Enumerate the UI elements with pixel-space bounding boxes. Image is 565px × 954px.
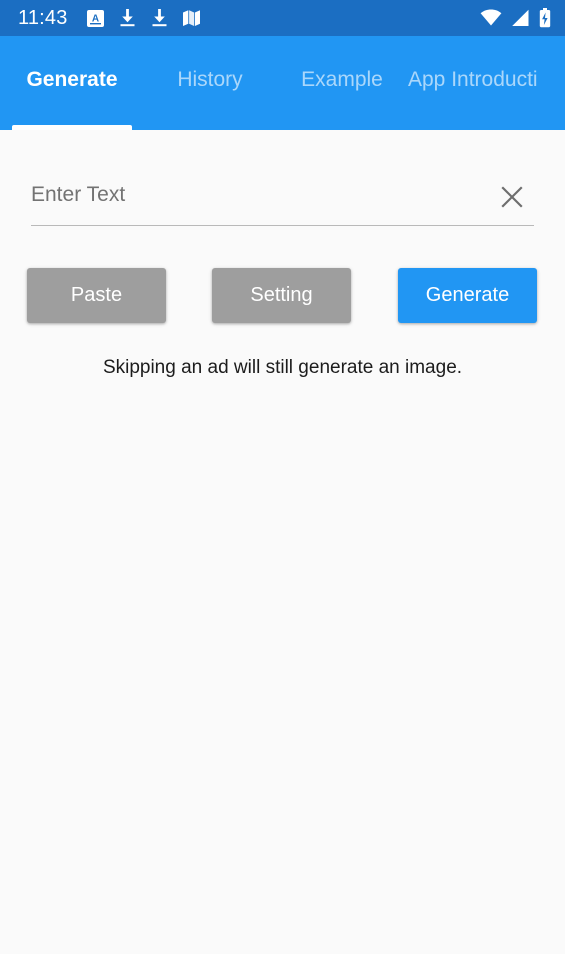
generate-button[interactable]: Generate — [398, 268, 537, 323]
cellular-signal-icon — [511, 9, 530, 27]
tab-bar: Generate History Example App Introducti — [0, 36, 565, 130]
tab-app-introduction[interactable]: App Introducti — [408, 36, 565, 130]
action-button-row: Paste Setting Generate — [0, 268, 565, 324]
letter-a-box-icon: A — [86, 9, 105, 28]
wifi-icon — [480, 9, 502, 27]
map-icon — [182, 9, 201, 27]
paste-button[interactable]: Paste — [27, 268, 166, 323]
text-input-row[interactable]: Enter Text — [31, 168, 534, 226]
tab-history[interactable]: History — [144, 36, 276, 130]
download-icon — [118, 8, 137, 28]
tab-generate[interactable]: Generate — [0, 36, 144, 130]
tab-example[interactable]: Example — [276, 36, 408, 130]
status-bar: 11:43 A — [0, 0, 565, 36]
status-left-icons: A — [86, 8, 201, 28]
close-icon[interactable] — [495, 180, 529, 214]
download-icon — [150, 8, 169, 28]
battery-charging-icon — [539, 8, 551, 28]
search-input[interactable]: Enter Text — [31, 183, 495, 211]
main-content: Enter Text Paste Setting Generate Skippi… — [0, 130, 565, 954]
ad-hint-text: Skipping an ad will still generate an im… — [102, 357, 463, 378]
setting-button[interactable]: Setting — [212, 268, 351, 323]
status-right-icons — [480, 8, 551, 28]
status-clock: 11:43 — [18, 6, 68, 29]
svg-text:A: A — [91, 13, 98, 24]
